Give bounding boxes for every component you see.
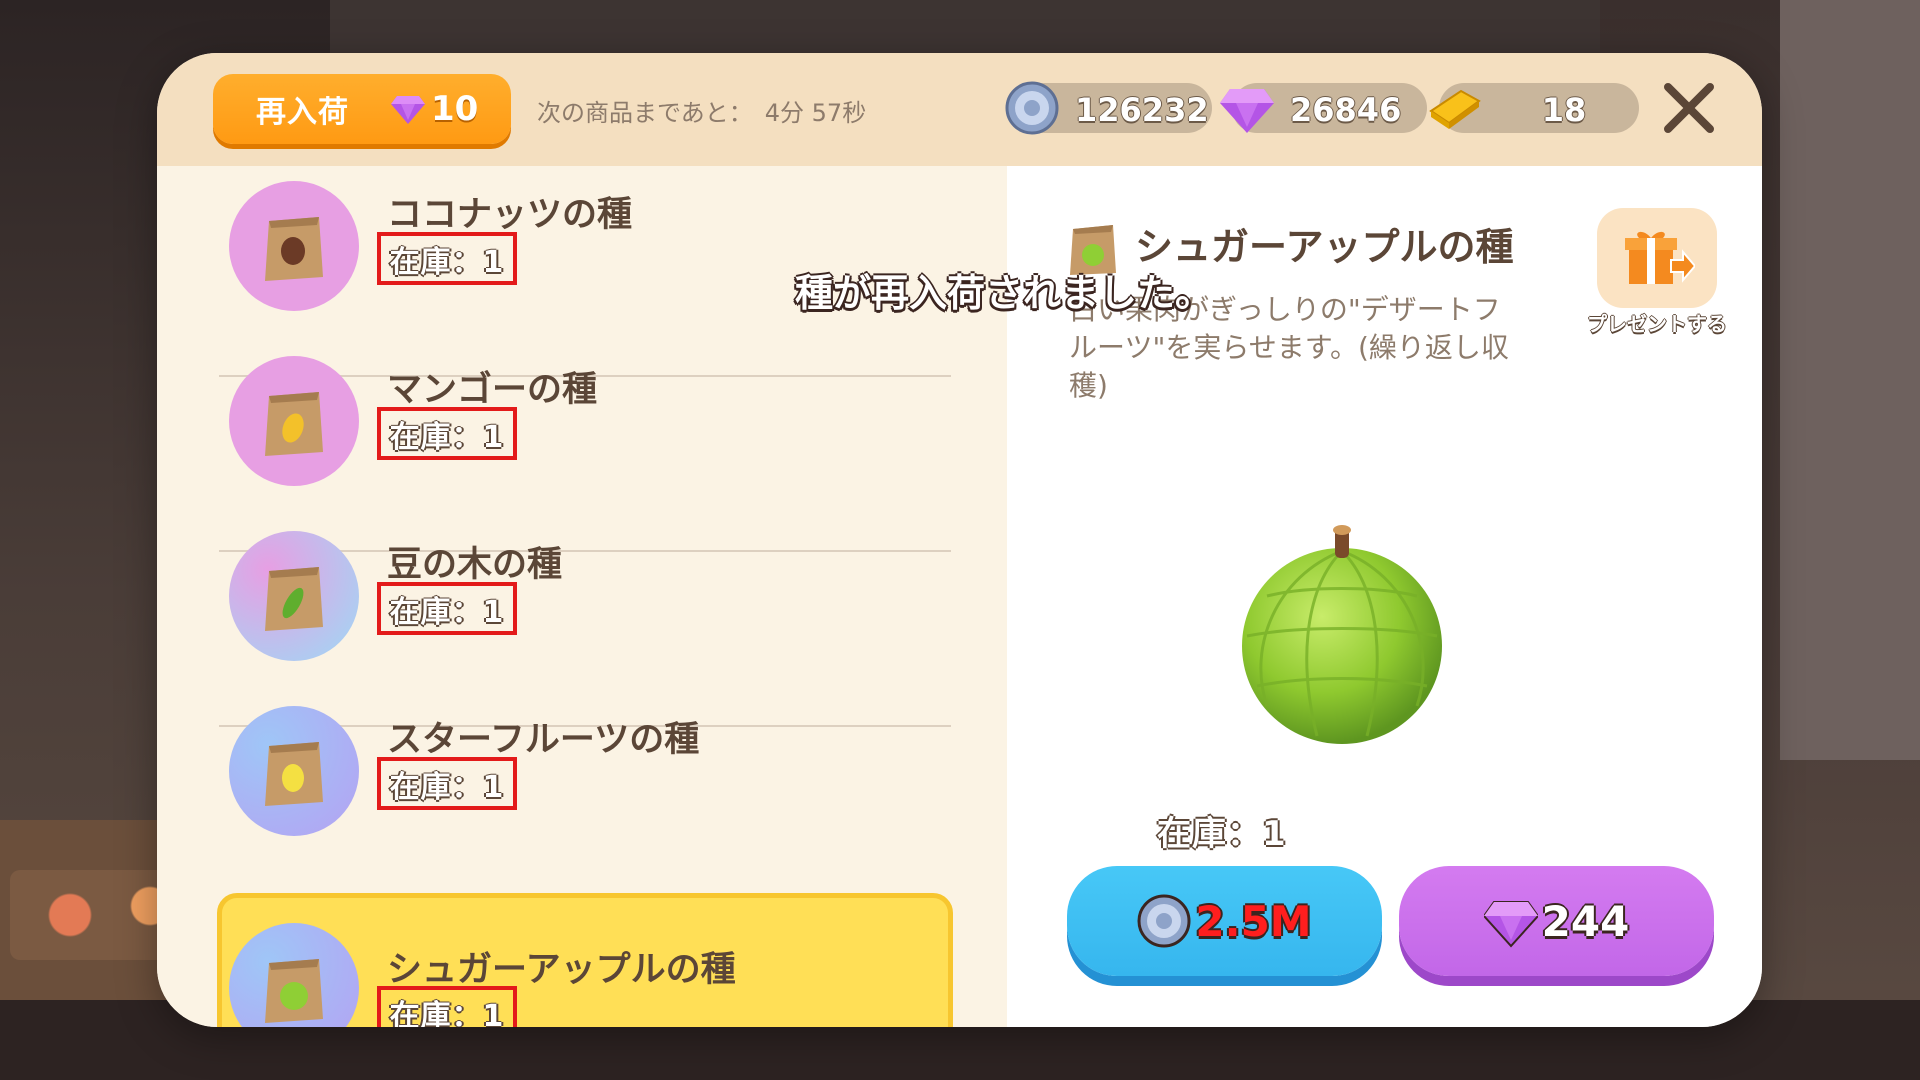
- restock-button[interactable]: 再入荷 10: [213, 74, 511, 144]
- close-icon[interactable]: [1662, 81, 1716, 135]
- gem-icon: [391, 96, 425, 124]
- backdrop-right-panel: [1780, 0, 1920, 760]
- stock-tag: 在庫：1: [377, 986, 517, 1027]
- item-name: 豆の木の種: [387, 545, 563, 585]
- seed-bag-icon: [265, 217, 323, 281]
- stock-tag: 在庫：1: [377, 582, 517, 635]
- item-circle: [229, 923, 359, 1027]
- item-circle: [229, 181, 359, 311]
- item-name: シュガーアップルの種: [387, 950, 736, 990]
- seed-item-sugar-apple[interactable]: シュガーアップルの種 在庫：1: [217, 893, 953, 1027]
- seed-bag-icon: [265, 959, 323, 1023]
- shop-header: 再入荷 10 次の商品まであと： 4分 57秒 126232 26846 18: [157, 53, 1762, 166]
- seed-bag-icon: [265, 742, 323, 806]
- gem-balance: 26846: [1220, 83, 1427, 133]
- coin-price: 2.5M: [1195, 896, 1312, 946]
- detail-stock: 在庫：1: [1157, 814, 1287, 854]
- gift-label: プレゼントする: [1587, 312, 1727, 336]
- buy-with-coins-button[interactable]: 2.5M: [1067, 866, 1382, 976]
- backdrop-top: [330, 0, 1600, 60]
- sugar-apple-icon: [1242, 525, 1442, 744]
- stock-tag: 在庫：1: [377, 407, 517, 460]
- restock-cost: 10: [431, 89, 479, 129]
- stock-text: 在庫：1: [389, 594, 505, 630]
- gift-button[interactable]: プレゼントする: [1587, 208, 1727, 336]
- item-circle: [229, 706, 359, 836]
- gem-icon: [1220, 89, 1274, 133]
- gift-icon: [1625, 231, 1695, 284]
- stock-text: 在庫：1: [389, 998, 505, 1028]
- seed-shop-modal: 再入荷 10 次の商品まであと： 4分 57秒 126232 26846 18 …: [157, 53, 1762, 1027]
- item-name: スターフルーツの種: [387, 720, 700, 760]
- gem-price: 244: [1541, 896, 1630, 946]
- gem-amount: 26846: [1290, 91, 1402, 129]
- next-restock-timer: 次の商品まであと： 4分 57秒: [537, 93, 866, 128]
- coin-amount: 126232: [1075, 91, 1209, 129]
- gold-balance: 18: [1429, 83, 1639, 133]
- seed-item-mango[interactable]: マンゴーの種 在庫：1: [217, 341, 953, 515]
- item-circle: [229, 356, 359, 486]
- item-name: ココナッツの種: [387, 195, 633, 235]
- stock-tag: 在庫：1: [377, 757, 517, 810]
- stock-text: 在庫：1: [389, 244, 505, 280]
- coin-icon: [1005, 81, 1059, 135]
- seed-bag-icon: [265, 567, 323, 631]
- restock-label: 再入荷: [256, 95, 349, 130]
- seed-item-starfruit[interactable]: スターフルーツの種 在庫：1: [217, 691, 953, 865]
- restock-toast: 種が再入荷されました。: [795, 271, 1214, 315]
- seed-item-beanstalk[interactable]: 豆の木の種 在庫：1: [217, 516, 953, 690]
- stock-text: 在庫：1: [389, 769, 505, 805]
- next-label: 次の商品まであと：: [537, 99, 753, 127]
- coin-icon: [1137, 894, 1191, 948]
- item-name: マンゴーの種: [387, 370, 598, 410]
- next-time: 4分 57秒: [764, 99, 867, 127]
- item-circle: [229, 531, 359, 661]
- gem-icon: [1483, 901, 1538, 948]
- gold-amount: 18: [1541, 91, 1587, 129]
- seed-bag-icon: [265, 392, 323, 456]
- gift-button-bg: [1597, 208, 1717, 308]
- buy-with-gems-button[interactable]: 244: [1399, 866, 1714, 976]
- stock-text: 在庫：1: [389, 419, 505, 455]
- stock-tag: 在庫：1: [377, 232, 517, 285]
- coin-balance: 126232: [1005, 81, 1212, 135]
